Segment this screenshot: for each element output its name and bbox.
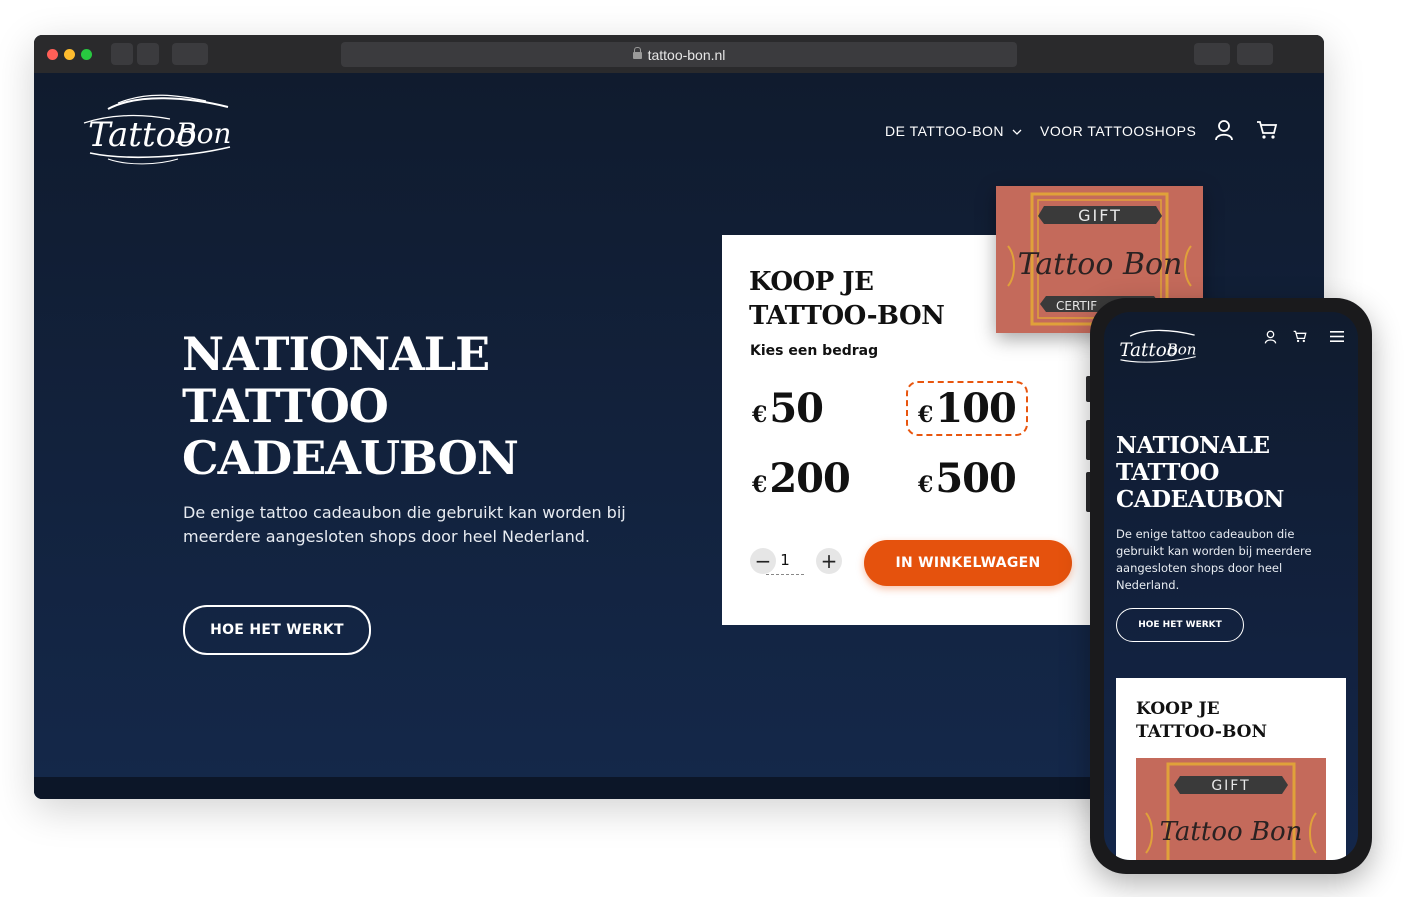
mobile-phone-mockup: Tattoo Bon NATIONALE TATTOO CADEAUBON De… bbox=[1090, 298, 1372, 874]
close-window-button[interactable] bbox=[47, 49, 58, 60]
choose-amount-label: Kies een bedrag bbox=[750, 343, 879, 359]
hero-title-line: NATIONALE bbox=[182, 327, 490, 381]
forward-button[interactable] bbox=[172, 43, 208, 65]
minimize-window-button[interactable] bbox=[64, 49, 75, 60]
nav-de-tattoo-bon[interactable]: DE TATTOO-BON bbox=[885, 123, 1022, 139]
url-text: tattoo-bon.nl bbox=[647, 46, 726, 63]
card-title-line: TATTOO-BON bbox=[749, 301, 945, 331]
mobile-gift-logo-text: Tattoo Bon bbox=[1160, 817, 1303, 847]
amount-value: 500 bbox=[935, 455, 1016, 502]
svg-text:Bon: Bon bbox=[1166, 340, 1197, 358]
new-tab-button[interactable] bbox=[1237, 43, 1273, 65]
quantity-input[interactable]: 1 bbox=[766, 548, 804, 575]
hamburger-menu-icon[interactable] bbox=[1330, 331, 1344, 342]
mobile-gift-top-text: GIFT bbox=[1211, 778, 1250, 794]
mobile-card-title: KOOP JE TATTOO-BON bbox=[1136, 698, 1267, 744]
currency-symbol: € bbox=[752, 472, 767, 498]
mobile-account-icon[interactable] bbox=[1264, 330, 1277, 344]
browser-titlebar: tattoo-bon.nl bbox=[34, 35, 1324, 73]
mobile-how-it-works-button[interactable]: HOE HET WERKT bbox=[1116, 608, 1244, 642]
mobile-gift-certificate-image: GIFT Tattoo Bon bbox=[1136, 758, 1326, 860]
amount-option-500[interactable]: € 500 bbox=[918, 455, 1017, 502]
mobile-hero-title-line: TATTOO bbox=[1116, 459, 1219, 486]
gift-top-text: GIFT bbox=[1078, 206, 1122, 225]
svg-text:Bon: Bon bbox=[175, 117, 231, 150]
mobile-screen: Tattoo Bon NATIONALE TATTOO CADEAUBON De… bbox=[1104, 312, 1358, 860]
gift-logo-text: Tattoo Bon bbox=[1018, 247, 1183, 282]
amount-value: 50 bbox=[769, 385, 824, 432]
quantity-increase-button[interactable]: + bbox=[816, 548, 842, 574]
mobile-purchase-card: KOOP JE TATTOO-BON GIFT Tattoo Bon bbox=[1116, 678, 1346, 860]
hero-title-line: TATTOO bbox=[182, 379, 389, 433]
cart-icon[interactable] bbox=[1256, 120, 1278, 140]
currency-symbol: € bbox=[918, 472, 933, 498]
mobile-hero-title: NATIONALE TATTOO CADEAUBON bbox=[1116, 432, 1284, 513]
amount-option-100[interactable]: € 100 bbox=[906, 381, 1028, 436]
maximize-window-button[interactable] bbox=[81, 49, 92, 60]
amount-option-50[interactable]: € 50 bbox=[752, 385, 824, 432]
gift-bottom-text: CERTIF bbox=[1056, 299, 1097, 313]
hero-title: NATIONALE TATTOO CADEAUBON bbox=[182, 327, 519, 485]
chevron-down-icon bbox=[1012, 129, 1022, 135]
how-it-works-button[interactable]: HOE HET WERKT bbox=[183, 605, 371, 655]
mobile-card-title-line: KOOP JE bbox=[1136, 699, 1220, 719]
mobile-hero-title-line: NATIONALE bbox=[1116, 432, 1270, 459]
amount-value: 200 bbox=[769, 455, 850, 502]
tattoo-bon-logo[interactable]: Tattoo Bon bbox=[78, 91, 238, 171]
hero-subtitle: De enige tattoo cadeaubon die gebruikt k… bbox=[183, 503, 626, 546]
sidebar-toggle-button[interactable] bbox=[111, 43, 133, 65]
address-bar[interactable]: tattoo-bon.nl bbox=[341, 42, 1017, 67]
mobile-logo[interactable]: Tattoo Bon bbox=[1114, 324, 1200, 372]
currency-symbol: € bbox=[752, 402, 767, 428]
currency-symbol: € bbox=[918, 402, 933, 428]
mobile-hero-title-line: CADEAUBON bbox=[1116, 486, 1284, 513]
mobile-hero-subtitle: De enige tattoo cadeaubon die gebruikt k… bbox=[1116, 527, 1312, 592]
mobile-cart-icon[interactable] bbox=[1293, 330, 1307, 343]
amount-option-200[interactable]: € 200 bbox=[752, 455, 851, 502]
card-title: KOOP JE TATTOO-BON bbox=[749, 265, 945, 333]
back-button[interactable] bbox=[137, 43, 159, 65]
amount-value: 100 bbox=[935, 385, 1016, 432]
nav-voor-tattooshops[interactable]: VOOR TATTOOSHOPS bbox=[1040, 123, 1196, 139]
add-to-cart-button[interactable]: IN WINKELWAGEN bbox=[864, 540, 1072, 586]
lock-icon bbox=[632, 47, 642, 59]
nav-de-tattoo-bon-label: DE TATTOO-BON bbox=[885, 123, 1005, 139]
account-icon[interactable] bbox=[1214, 119, 1234, 141]
hero-title-line: CADEAUBON bbox=[182, 431, 519, 485]
card-title-line: KOOP JE bbox=[749, 267, 874, 297]
share-button[interactable] bbox=[1194, 43, 1230, 65]
mobile-card-title-line: TATTOO-BON bbox=[1136, 722, 1268, 742]
